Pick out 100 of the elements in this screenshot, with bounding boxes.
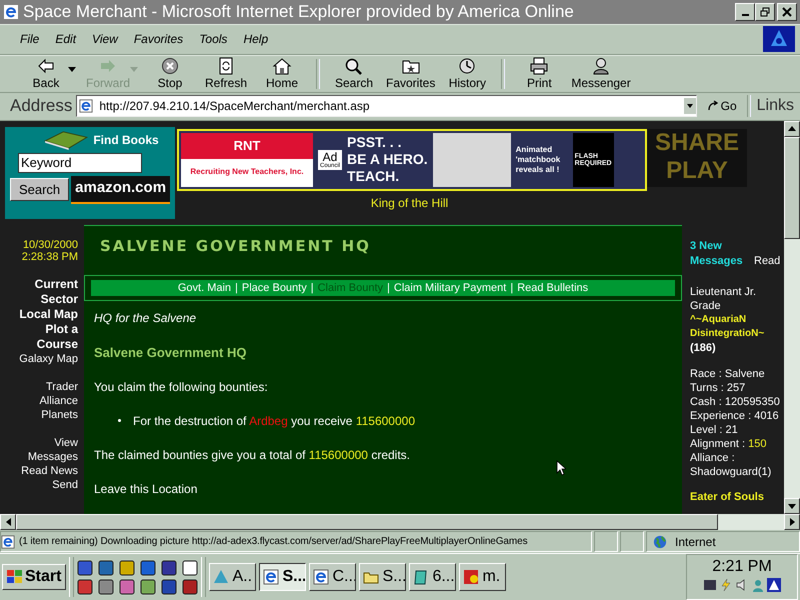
page-icon: [1, 534, 15, 549]
stat-text: Cash : 120595350: [690, 394, 781, 409]
toolbar-button[interactable]: Stop: [142, 57, 198, 90]
toolbar-button[interactable]: Back: [18, 57, 74, 90]
menu-item[interactable]: Tools: [191, 32, 236, 46]
quick-launch-icon[interactable]: [161, 560, 178, 576]
vertical-scrollbar[interactable]: [784, 120, 800, 514]
keyword-field[interactable]: Keyword: [18, 152, 142, 173]
toolbar-button[interactable]: Favorites: [382, 57, 440, 90]
sidebar-link[interactable]: Local Map: [8, 306, 78, 322]
stat-text: Alignment : 150: [690, 436, 768, 451]
printer-icon: [529, 57, 550, 76]
toolbar-button[interactable]: History: [439, 57, 496, 90]
quick-launch-icon[interactable]: [140, 578, 156, 594]
quick-launch-icon[interactable]: [77, 560, 94, 576]
quick-launch-icon[interactable]: [98, 560, 114, 576]
taskbar-button[interactable]: A..: [209, 563, 256, 591]
mouse-pointer-icon: [556, 460, 566, 476]
nav-link[interactable]: Read Bulletins: [517, 282, 588, 294]
quick-launch-icon[interactable]: [98, 578, 114, 594]
stat-text: Level : 21: [690, 422, 739, 437]
dropdown-caret-icon[interactable]: [68, 67, 76, 72]
sidebar-link[interactable]: Alliance: [8, 394, 78, 408]
toolbar-button[interactable]: Messenger: [567, 57, 635, 90]
quick-launch-icon[interactable]: [119, 578, 136, 594]
menu-item[interactable]: File: [12, 32, 48, 46]
triangle-icon[interactable]: [767, 578, 781, 592]
go-button[interactable]: Go: [700, 99, 743, 114]
toolbar-button[interactable]: Print: [511, 57, 568, 90]
quick-launch-icon[interactable]: [140, 560, 156, 576]
clock-text: 2:21 PM: [712, 558, 772, 576]
close-button[interactable]: [777, 2, 797, 21]
separator-text: |: [310, 282, 314, 294]
address-label: Address: [10, 96, 72, 116]
intro-text: You claim the following bounties:: [94, 380, 268, 394]
sidebar-link[interactable]: Galaxy Map: [8, 352, 78, 366]
king-of-the-hill-link[interactable]: King of the Hill: [370, 196, 448, 210]
read-link[interactable]: Read: [754, 254, 780, 269]
book-icon: [413, 569, 430, 585]
restore-button[interactable]: [755, 2, 775, 21]
zone-text: Internet: [675, 534, 716, 549]
quick-launch-icon[interactable]: [161, 578, 178, 594]
window-title: Space Merchant - Microsoft Internet Explorer provided by America Online: [23, 2, 575, 22]
menu-item[interactable]: View: [84, 32, 126, 46]
leave-location-link[interactable]: Leave this Location: [94, 482, 198, 496]
stat-text: Turns : 257: [690, 380, 746, 395]
sidebar-link[interactable]: Current Sector: [8, 276, 78, 307]
address-field[interactable]: http://207.94.210.14/SpaceMerchant/merchant.asp: [76, 95, 697, 118]
left-arrow-icon[interactable]: [6, 518, 10, 526]
quick-launch-icon[interactable]: [182, 560, 198, 576]
amazon-logo[interactable]: amazon.com: [71, 176, 170, 204]
nav-link[interactable]: Place Bounty: [242, 282, 307, 294]
lightning-icon[interactable]: [719, 578, 733, 592]
tray-icon[interactable]: [703, 578, 717, 592]
search-button[interactable]: Search: [10, 178, 70, 202]
ship-name: Eater of Souls: [690, 490, 765, 503]
person-icon: [591, 57, 612, 76]
taskbar-button[interactable]: S...: [359, 563, 406, 591]
sidebar-link[interactable]: Trader: [8, 380, 78, 394]
new-messages-link[interactable]: 3 New Messages: [690, 238, 750, 269]
links-label[interactable]: Links: [754, 97, 796, 116]
minimize-button[interactable]: [735, 2, 755, 21]
sidebar-link[interactable]: View Messages: [8, 436, 78, 464]
toolbar-button[interactable]: Search: [326, 57, 382, 90]
bullet-icon: [118, 419, 121, 422]
menu-item[interactable]: Edit: [47, 32, 84, 46]
menu-item[interactable]: Help: [235, 32, 276, 46]
taskbar-button[interactable]: m.: [459, 563, 506, 591]
sidebar-link[interactable]: Plot a Course: [8, 322, 78, 352]
menu-item[interactable]: Favorites: [126, 32, 192, 46]
toolbar-button[interactable]: Refresh: [198, 57, 254, 90]
sidebar-link[interactable]: Read News: [8, 464, 78, 478]
horizontal-scrollbar[interactable]: [0, 514, 800, 530]
page-title: SALVENE GOVERNMENT HQ: [100, 236, 371, 255]
start-button[interactable]: Start: [2, 564, 66, 590]
nav-link[interactable]: Claim Military Payment: [394, 282, 506, 294]
clock-icon: [457, 57, 478, 76]
quick-launch-icon[interactable]: [119, 560, 136, 576]
back-arrow-icon: [36, 57, 56, 76]
taskbar-button[interactable]: C...: [309, 563, 356, 591]
down-arrow-icon[interactable]: [788, 504, 796, 509]
find-books-title: Find Books: [93, 132, 159, 147]
taskbar-button[interactable]: 6...: [409, 563, 456, 591]
quick-launch-icon[interactable]: [77, 578, 94, 594]
stat-text: Race : Salvene: [690, 366, 766, 381]
up-arrow-icon[interactable]: [788, 126, 796, 132]
status-panel: [620, 531, 644, 552]
score-text: (186): [690, 340, 717, 355]
globe-icon: [653, 534, 667, 549]
banner-headline: BE A HERO.: [347, 151, 428, 168]
right-arrow-icon[interactable]: [790, 518, 794, 526]
sidebar-link[interactable]: Planets: [8, 408, 78, 422]
nav-link[interactable]: Govt. Main: [178, 282, 232, 294]
restore-icon: [760, 6, 770, 17]
sidebar-link[interactable]: Send: [8, 478, 78, 492]
quick-launch-icon[interactable]: [182, 578, 198, 594]
share-play-logo[interactable]: SHARE PLAY: [647, 128, 747, 187]
toolbar-button[interactable]: Home: [254, 57, 310, 90]
date-text: 10/30/2000 2:28:38 PM: [22, 238, 78, 263]
taskbar-button[interactable]: S...: [259, 563, 306, 591]
